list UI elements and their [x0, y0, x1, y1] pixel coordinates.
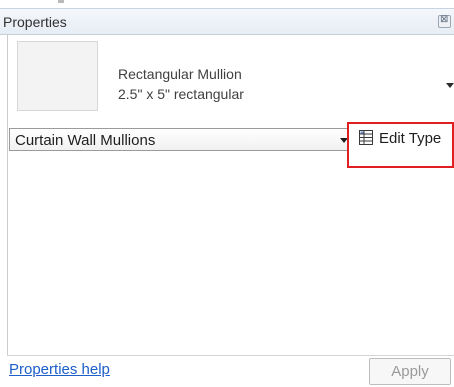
apply-button-label: Apply [391, 363, 429, 380]
close-icon[interactable]: ⊠ [438, 14, 451, 28]
palette-title: Properties [3, 14, 67, 30]
apply-button[interactable]: Apply [369, 358, 451, 385]
top-strip [0, 0, 454, 8]
palette-titlebar[interactable]: Properties ⊠ [0, 8, 454, 35]
category-filter-dropdown[interactable]: Curtain Wall Mullions [9, 128, 351, 151]
instance-properties-area [8, 168, 454, 355]
chevron-down-icon[interactable] [446, 83, 454, 88]
close-glyph: ⊠ [440, 14, 449, 25]
properties-palette: Properties ⊠ Rectangular Mullion 2.5" x … [0, 0, 454, 387]
palette-footer: Properties help Apply [7, 355, 454, 387]
category-filter-value: Curtain Wall Mullions [15, 132, 156, 149]
type-family-name: Rectangular Mullion [118, 66, 242, 82]
type-name: 2.5" x 5" rectangular [118, 86, 244, 102]
edit-type-icon [359, 130, 373, 145]
edit-type-button[interactable]: Edit Type [347, 122, 454, 168]
type-selector[interactable]: Rectangular Mullion 2.5" x 5" rectangula… [8, 36, 454, 121]
top-strip-mark [58, 0, 64, 3]
edit-type-label: Edit Type [379, 130, 442, 147]
type-preview-thumbnail [17, 41, 98, 111]
properties-help-link[interactable]: Properties help [9, 361, 110, 378]
